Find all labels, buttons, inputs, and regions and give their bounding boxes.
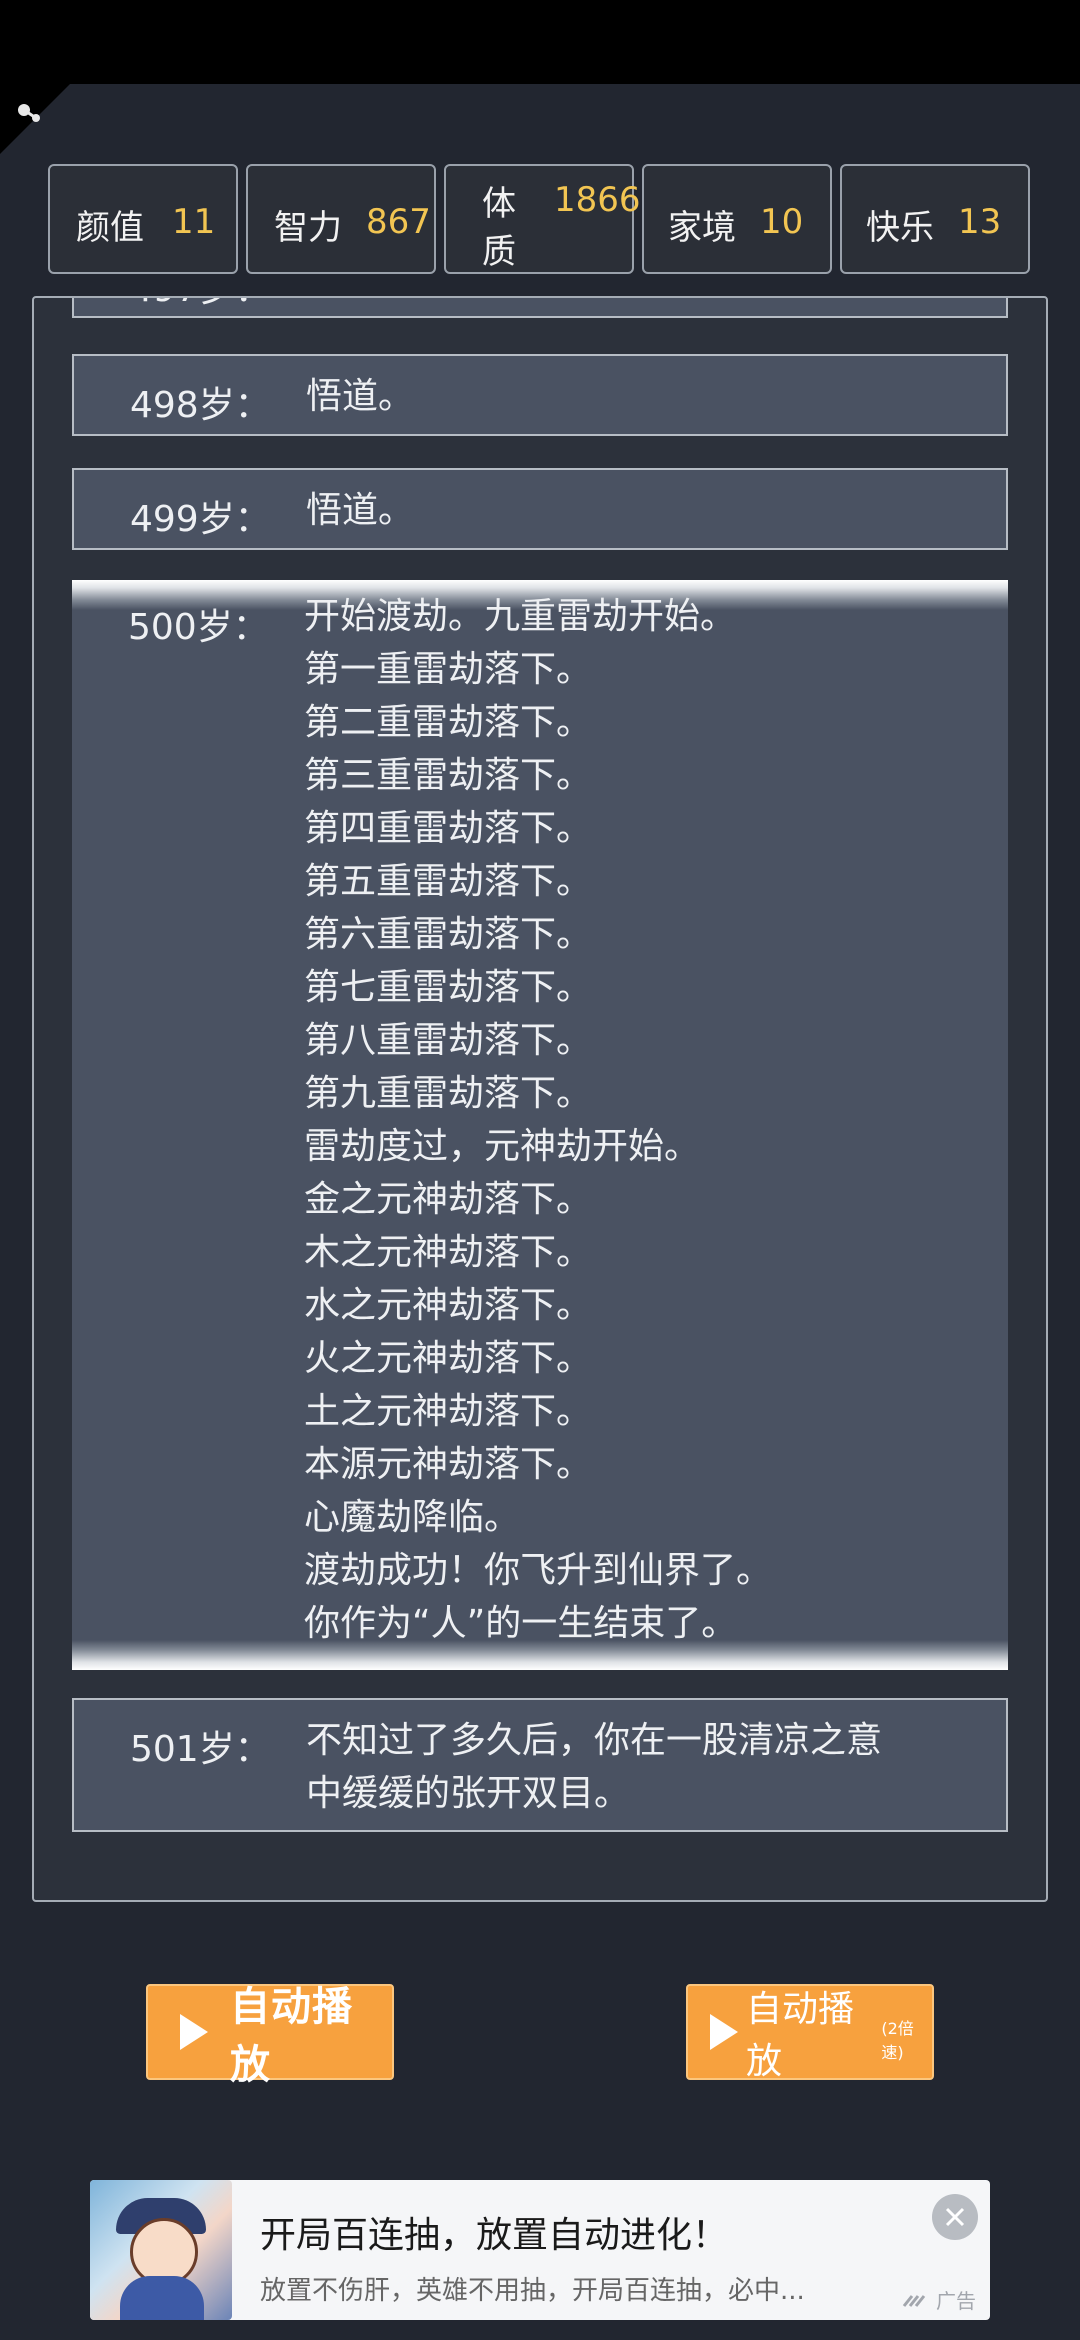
entry-text: 悟道。: [306, 484, 414, 537]
stat-label: 智力: [274, 208, 342, 248]
entry-text: 悟道。: [306, 370, 414, 423]
entry-line: 本源元神劫落下。: [304, 1444, 593, 1485]
ad-thumbnail[interactable]: [90, 2180, 232, 2320]
entry-line: 第九重雷劫落下。: [304, 1073, 593, 1114]
play-icon: [710, 2014, 738, 2050]
entry-line: 第四重雷劫落下。: [304, 808, 593, 849]
auto-play-button[interactable]: 自动播放: [146, 1984, 394, 2088]
play-icon: [180, 2014, 208, 2050]
auto-play-label: 自动播放: [230, 1984, 353, 2088]
auto-play-2x-button[interactable]: 自动播放 (2倍速): [686, 1984, 934, 2082]
ad-tag-label: 广告: [936, 2289, 976, 2313]
stat-value: 1866: [554, 180, 641, 220]
entry-age: 497岁：: [130, 298, 271, 312]
entry-text: 开始渡劫。九重雷劫开始。 第一重雷劫落下。 第二重雷劫落下。 第三重雷劫落下。 …: [304, 590, 772, 1650]
stat-label: 颜值: [76, 208, 144, 248]
entry-line: 第八重雷劫落下。: [304, 1020, 593, 1061]
stat-physique: 体 质 1866: [444, 164, 641, 274]
entry-line: 渡劫成功！你飞升到仙界了。: [304, 1550, 773, 1591]
entry-age: 500岁：: [128, 607, 269, 648]
ad-tag: 广告: [902, 2285, 976, 2314]
entry-line: 第六重雷劫落下。: [304, 914, 593, 955]
stat-label: 家境: [668, 208, 736, 248]
ad-close-button[interactable]: [932, 2194, 978, 2240]
log-entry-500-highlighted: 500岁： 开始渡劫。九重雷劫开始。 第一重雷劫落下。 第二重雷劫落下。 第三重…: [72, 580, 1008, 1670]
entry-line: 中缓缓的张开双目。: [306, 1773, 631, 1814]
stat-happiness: 快乐 13: [840, 164, 1030, 274]
log-entry-499: 499岁： 悟道。: [72, 468, 1008, 550]
stat-label-line1: 体: [482, 184, 516, 224]
entry-line: 你作为“人”的一生结束了。: [304, 1603, 738, 1644]
entry-line: 悟道。: [306, 298, 414, 307]
entry-line: 金之元神劫落下。: [304, 1179, 593, 1220]
stat-value: 13: [958, 202, 1002, 242]
speed-label: (2倍速): [881, 2019, 914, 2062]
log-entry-partial: 497岁： 悟道。: [72, 298, 1008, 318]
entry-line: 第一重雷劫落下。: [304, 649, 593, 690]
entry-line: 悟道。: [306, 376, 415, 417]
stat-intelligence: 智力 867: [246, 164, 436, 274]
stat-family: 家境 10: [642, 164, 832, 274]
entry-line: 开始渡劫。九重雷劫开始。: [304, 596, 737, 637]
life-log-panel[interactable]: 497岁： 悟道。 498岁： 悟道。 499岁： 悟道。 500岁： 开始渡劫…: [32, 296, 1048, 1902]
ad-logo-icon: [902, 2294, 926, 2307]
entry-line: 火之元神劫落下。: [304, 1338, 593, 1379]
entry-age: 498岁：: [130, 385, 271, 426]
entry-line: 木之元神劫落下。: [304, 1232, 593, 1273]
entry-line: 水之元神劫落下。: [304, 1285, 593, 1326]
ad-description[interactable]: 放置不伤肝，英雄不用抽，开局百连抽，必中...: [260, 2270, 805, 2307]
settings-icon[interactable]: [12, 96, 46, 130]
entry-line: 心魔劫降临。: [304, 1497, 521, 1538]
stat-label-line2: 质: [482, 232, 516, 272]
entry-text: 不知过了多久后，你在一股清凉之意 中缓缓的张开双目。: [306, 1714, 882, 1820]
ad-banner[interactable]: 开局百连抽，放置自动进化！ 放置不伤肝，英雄不用抽，开局百连抽，必中... 广告: [90, 2180, 990, 2320]
stat-value: 10: [760, 202, 804, 242]
entry-line: 第二重雷劫落下。: [304, 702, 593, 743]
entry-line: 不知过了多久后，你在一股清凉之意: [306, 1720, 883, 1761]
log-entry-501: 501岁： 不知过了多久后，你在一股清凉之意 中缓缓的张开双目。: [72, 1698, 1008, 1832]
status-bar: [0, 0, 1080, 84]
entry-line: 第七重雷劫落下。: [304, 967, 593, 1008]
entry-age: 501岁：: [130, 1729, 271, 1770]
ad-title[interactable]: 开局百连抽，放置自动进化！: [260, 2206, 728, 2258]
log-entry-498: 498岁： 悟道。: [72, 354, 1008, 436]
stat-appearance: 颜值 11: [48, 164, 238, 274]
entry-line: 第三重雷劫落下。: [304, 755, 593, 796]
entry-line: 土之元神劫落下。: [304, 1391, 593, 1432]
entry-line: 悟道。: [306, 490, 415, 531]
entry-age: 499岁：: [130, 499, 271, 540]
stat-label: 快乐: [866, 208, 934, 248]
auto-play-2x-label: 自动播放: [746, 1989, 855, 2082]
close-icon: [945, 2207, 965, 2227]
entry-text: 悟道。: [306, 298, 414, 307]
stat-value: 11: [172, 202, 216, 242]
entry-line: 雷劫度过，元神劫开始。: [304, 1126, 701, 1167]
entry-line: 第五重雷劫落下。: [304, 861, 593, 902]
stat-value: 867: [366, 202, 431, 242]
